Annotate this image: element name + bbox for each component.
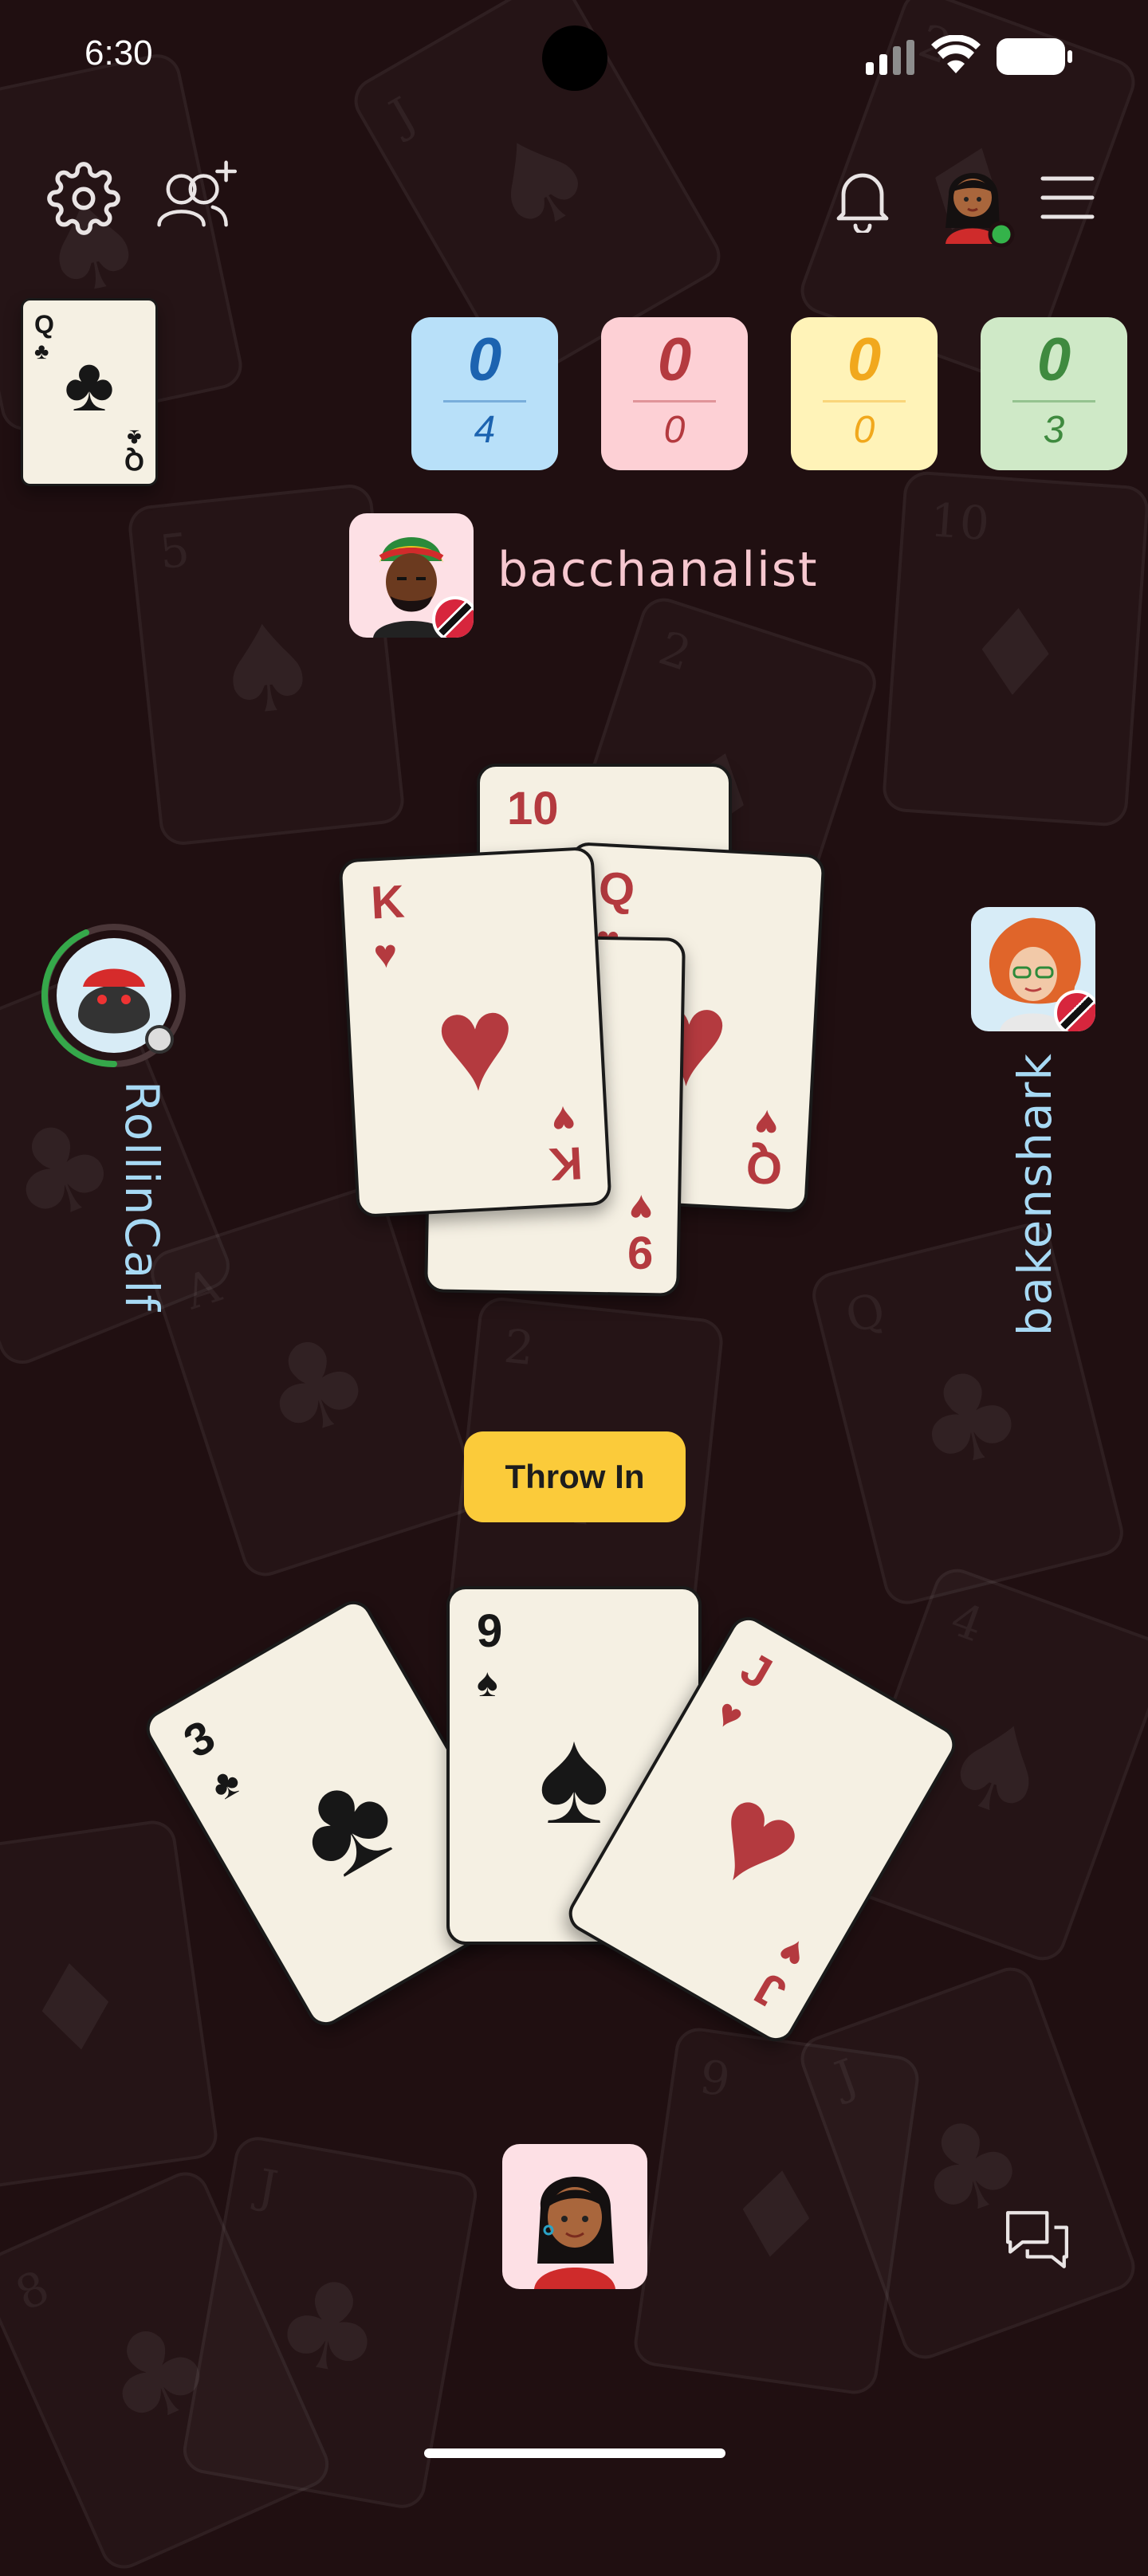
front-camera (542, 26, 607, 91)
score-bottom: 0 (853, 409, 875, 451)
score-top: 0 (657, 326, 692, 394)
avatar-self[interactable] (502, 2144, 647, 2289)
heart-icon: ♥ (770, 1927, 814, 1979)
gear-icon[interactable] (46, 161, 121, 236)
wifi-icon (931, 35, 981, 73)
bell-icon[interactable] (834, 166, 891, 233)
self-avatar-image (534, 2176, 615, 2289)
avatar-bacchanalist[interactable] (349, 513, 474, 638)
score-top: 0 (847, 326, 882, 394)
player-name-right: bakenshark (1008, 1052, 1062, 1337)
hand-card-rank: 9 (477, 1605, 503, 1657)
trinidad-flag-icon (432, 596, 474, 638)
score-team-green: 0 3 (981, 317, 1127, 470)
table-card-rank: 9 (627, 1226, 654, 1279)
score-top: 0 (467, 326, 502, 394)
table-card: K ♥ ♥ K ♥ (338, 846, 612, 1219)
club-icon: ♣ (127, 426, 142, 450)
table-card-rank: 10 (507, 783, 559, 834)
hamburger-menu-icon[interactable] (1040, 174, 1095, 222)
score-team-yellow: 0 0 (791, 317, 938, 470)
table-card-rank: K (548, 1137, 584, 1191)
score-bottom: 0 (663, 409, 686, 451)
avatar-rollincalf[interactable] (38, 920, 190, 1071)
signal-icon (866, 40, 914, 75)
score-bottom: 3 (1043, 409, 1065, 451)
table-card-rank: Q (597, 862, 636, 917)
club-icon: ♣ (202, 1757, 248, 1810)
heart-icon: ♥ (372, 931, 399, 977)
club-icon: ♣ (64, 342, 115, 427)
background-card: Q ♣ (807, 1219, 1129, 1609)
score-team-blue: 0 4 (411, 317, 558, 470)
chat-icon[interactable] (1003, 2208, 1071, 2272)
avatar-bakenshark[interactable] (971, 907, 1095, 1031)
trump-card-rank: Q (34, 310, 54, 339)
status-time: 6:30 (85, 33, 153, 73)
player-name-left: RollinCalf (115, 1081, 169, 1313)
table-card-rank: K (369, 875, 406, 929)
table-card-rank: Q (745, 1141, 784, 1195)
trinidad-flag-icon (1054, 990, 1095, 1031)
heart-icon: ♥ (550, 1097, 577, 1144)
trump-card-rank: Q (124, 447, 144, 476)
user-avatar-header[interactable] (931, 156, 1019, 252)
background-card: 10 ♦ (881, 469, 1148, 828)
heart-icon: ♥ (753, 1101, 780, 1147)
player-name-top: bacchanalist (497, 542, 819, 598)
hand-card-rank: J (732, 1641, 780, 1700)
add-friends-icon[interactable] (155, 158, 244, 230)
home-indicator (424, 2448, 725, 2458)
trump-card: Q ♣ ♣ Q ♣ (21, 298, 158, 486)
score-bottom: 4 (474, 409, 496, 451)
heart-icon: ♥ (708, 1689, 752, 1741)
throw-in-button[interactable]: Throw In (464, 1431, 686, 1522)
background-card: 7♦ (0, 1817, 221, 2190)
heart-icon: ♥ (431, 965, 521, 1121)
score-top: 0 (1036, 326, 1071, 394)
spade-icon: ♠ (477, 1660, 498, 1705)
turn-timer-ring (41, 924, 186, 1068)
battery-icon (997, 38, 1072, 75)
hand-card-rank: 3 (175, 1710, 224, 1769)
heart-icon: ♥ (628, 1186, 654, 1232)
club-icon: ♣ (269, 1734, 422, 1911)
heart-icon: ♥ (683, 1753, 830, 1925)
score-team-red: 0 0 (601, 317, 748, 470)
